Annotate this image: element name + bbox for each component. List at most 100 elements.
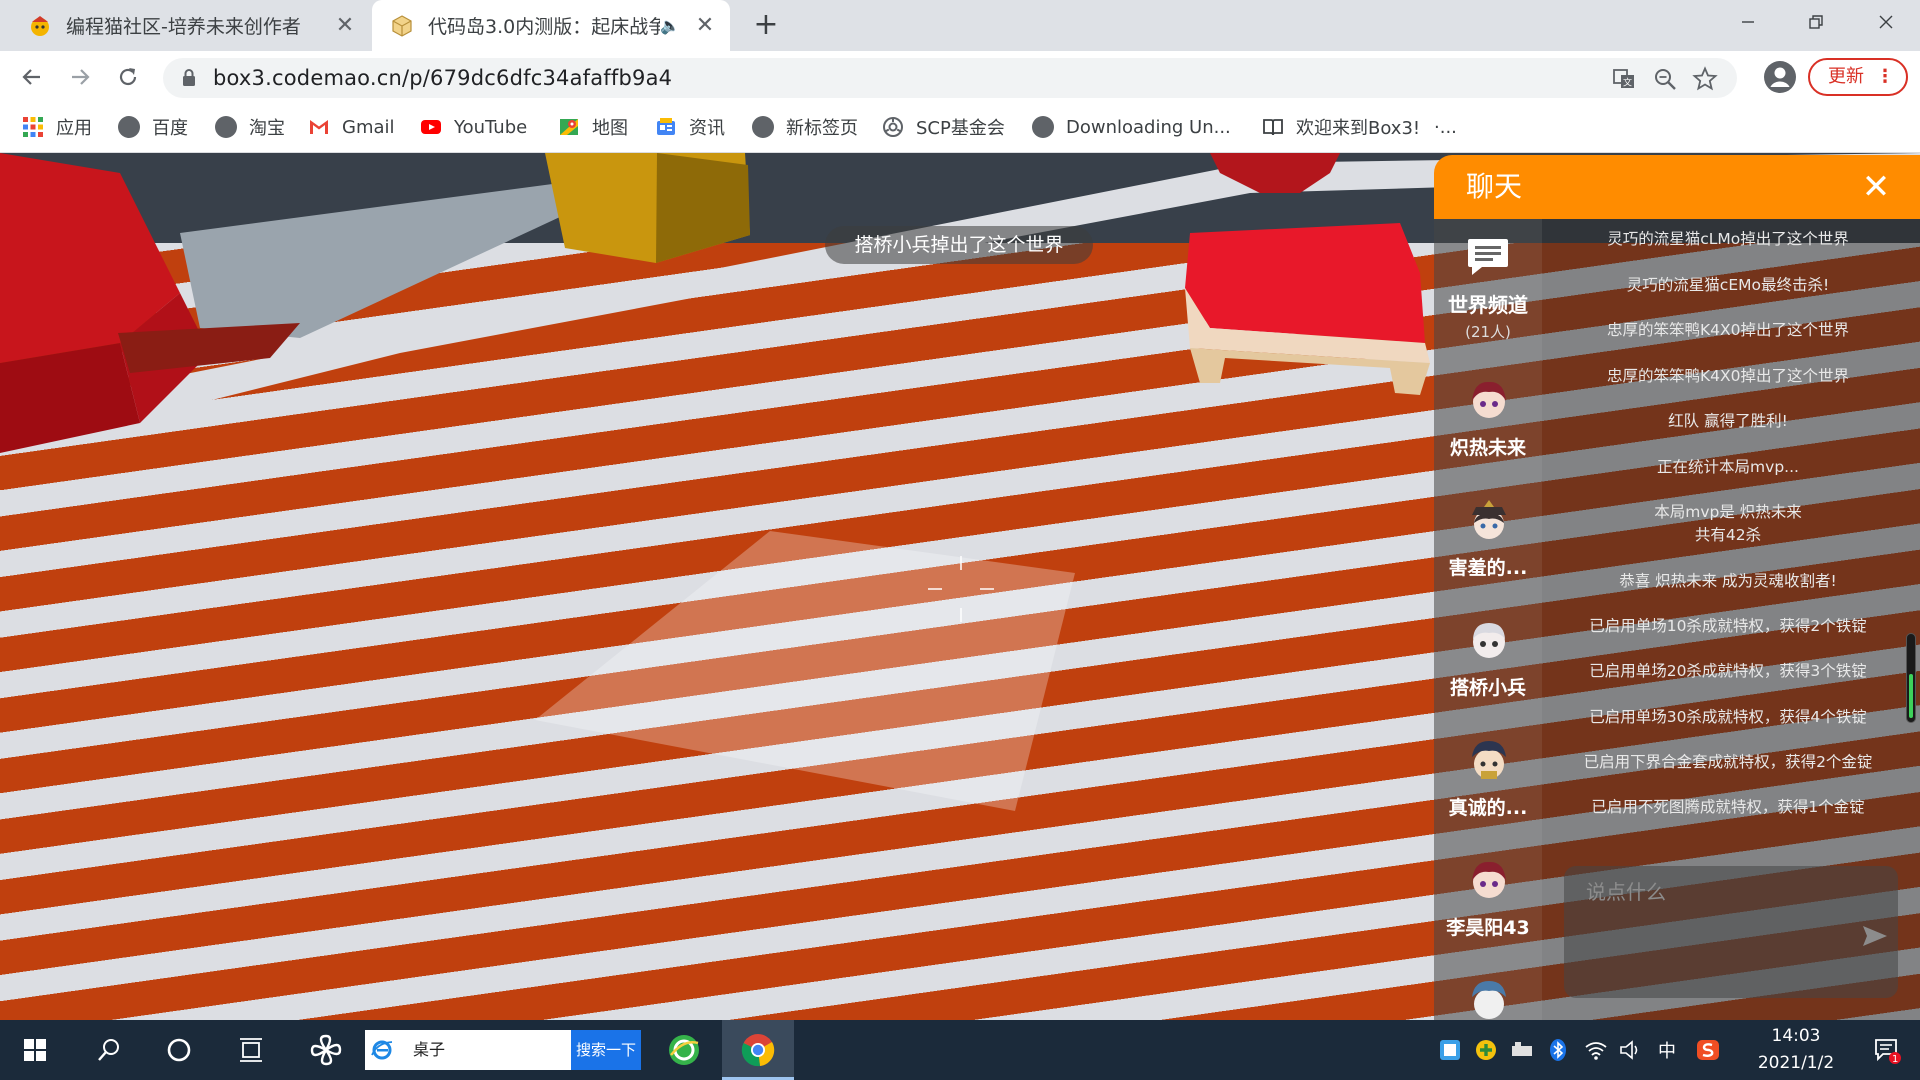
world-channel-name: 世界频道 [1448,293,1528,317]
update-button[interactable]: 更新 ⋮ [1808,58,1908,96]
taskbar-search-value[interactable]: 桌子 [413,1030,445,1070]
member-name: 害羞的... [1448,557,1528,579]
taskbar-search-submit-button[interactable]: 搜索一下 [571,1030,641,1070]
bookmark-scp[interactable]: SCP基金会 [882,103,1005,151]
taskbar-clock[interactable]: 14:03 2021/1/2 [1736,1020,1856,1080]
chat-scrollbar-thumb[interactable] [1909,674,1913,718]
tray-app-icon[interactable] [1438,1038,1462,1062]
browser-360-button[interactable] [656,1020,712,1080]
chrome-taskbar-button[interactable] [722,1020,794,1080]
lock-icon [183,69,195,86]
back-button[interactable] [14,59,50,95]
bookmark-label: 地图 [592,118,628,139]
member-name: 炽热未来 [1449,437,1526,459]
more-menu-icon[interactable]: ⋮ [1876,60,1894,94]
tab-close-icon[interactable]: ✕ [330,13,360,38]
member-item[interactable]: 李昊阳43 [1434,847,1542,967]
gmail-icon [310,120,328,134]
url-text[interactable]: box3.codemao.cn/p/679dc6dfc34afaffb9a4 [213,58,672,98]
chat-message: 灵巧的流星猫cEMo最终击杀! [1626,276,1830,294]
tab-codemao-island[interactable]: 代码岛3.0内测版：起床战争 🔈 ✕ [372,0,730,51]
world-channel[interactable]: 世界频道 (21人) [1434,219,1542,369]
minimize-button[interactable] [1718,0,1778,44]
chat-message: 已启用单场20杀成就特权，获得3个铁锭 [1589,662,1867,680]
search-button[interactable] [84,1020,134,1080]
bookmark-gmail[interactable]: Gmail [308,103,395,151]
omnibox[interactable]: box3.codemao.cn/p/679dc6dfc34afaffb9a4 文 [163,58,1737,98]
bookmarks-bar: 应用 百度 淘宝 Gmail YouTube 地图 资讯 新标签页 SCP基金会… [0,103,1920,153]
bookmark-taobao[interactable]: 淘宝 [215,103,285,151]
maps-icon [560,119,578,135]
new-tab-button[interactable]: + [748,8,784,44]
chat-close-icon[interactable]: ✕ [1858,169,1894,205]
avatar [1472,381,1506,418]
chat-input[interactable]: 说点什么 [1564,866,1898,998]
security-plus-icon[interactable] [1474,1038,1498,1062]
bookmark-new-tab[interactable]: 新标签页 [752,103,858,151]
news-icon [657,118,675,135]
chat-scrollbar[interactable] [1906,633,1916,723]
chat-message: 正在统计本局mvp... [1657,458,1799,476]
chat-message: 红队 赢得了胜利! [1668,412,1788,430]
member-item[interactable]: 真诚的... [1434,727,1542,847]
tab-codemao-community[interactable]: 编程猫社区-培养未来创作者 ✕ [0,0,370,51]
sogou-input-icon[interactable] [1696,1038,1720,1062]
close-window-button[interactable] [1856,0,1916,44]
task-view-button[interactable] [226,1020,276,1080]
start-button[interactable] [10,1020,60,1080]
death-toast: 搭桥小兵掉出了这个世界 [825,226,1093,264]
chat-message: 恭喜 炽热未来 成为灵魂收割者! [1619,572,1837,590]
profile-avatar-icon[interactable] [1764,61,1796,93]
pinned-app-button[interactable] [298,1020,354,1080]
tab-close-icon[interactable]: ✕ [690,13,720,38]
action-center-button[interactable]: 1 [1862,1020,1912,1080]
reload-button[interactable] [110,59,146,95]
restore-button[interactable] [1786,0,1846,44]
minimize-icon [1742,21,1754,23]
world-channel-count: (21人) [1465,323,1511,341]
bookmarks-overflow[interactable]: ·... [1434,103,1457,151]
member-item-partial[interactable] [1434,967,1542,1020]
bookmark-news[interactable]: 资讯 [655,103,725,151]
bookmark-baidu[interactable]: 百度 [118,103,188,151]
tab-audio-icon[interactable]: 🔈 [660,16,682,35]
avatar [1472,500,1506,539]
chat-input-placeholder: 说点什么 [1586,880,1666,904]
reload-icon [119,68,137,86]
avatar [1473,623,1505,658]
chat-message: 忠厚的笨笨鸭K4X0掉出了这个世界 [1606,367,1849,385]
member-item[interactable]: 炽热未来 [1434,367,1542,487]
bookmark-apps[interactable]: 应用 [22,103,92,151]
address-bar-row: box3.codemao.cn/p/679dc6dfc34afaffb9a4 文… [0,51,1920,103]
translate-icon[interactable]: 文 [1611,66,1637,92]
windows-logo-icon [24,1039,46,1061]
chat-message: 已启用单场10杀成就特权，获得2个铁锭 [1589,617,1867,635]
bookmark-youtube[interactable]: YouTube [420,103,527,151]
avatar [1472,861,1506,898]
bookmark-box3[interactable]: 欢迎来到Box3! [1262,103,1420,151]
ime-indicator[interactable]: 中 [1650,1020,1684,1080]
member-name: 真诚的... [1448,797,1528,819]
usb-device-icon[interactable] [1510,1038,1534,1062]
volume-icon[interactable] [1618,1038,1642,1062]
member-item[interactable]: 害羞的... [1434,487,1542,607]
bookmark-label: 应用 [56,118,92,139]
star-bookmark-icon[interactable] [1692,66,1718,92]
zoom-icon[interactable] [1652,66,1678,92]
forward-button[interactable] [62,59,98,95]
cortana-button[interactable] [154,1020,204,1080]
svg-text:文: 文 [1623,77,1632,89]
bookmark-label: SCP基金会 [916,118,1005,139]
bookmark-maps[interactable]: 地图 [558,103,628,151]
block-target-highlight [535,531,1075,811]
wifi-icon[interactable] [1584,1038,1608,1062]
apps-grid-icon [23,117,43,137]
avatar [1472,981,1506,1019]
bookmark-downloading[interactable]: Downloading Un... [1032,103,1231,151]
bookmark-label: 欢迎来到Box3! [1296,118,1421,139]
box3-cube-icon [392,14,412,37]
bluetooth-icon[interactable] [1546,1038,1570,1062]
member-item[interactable]: 搭桥小兵 [1434,607,1542,727]
taskbar-search-box[interactable]: 桌子 [365,1030,571,1070]
send-icon[interactable] [1862,925,1888,947]
